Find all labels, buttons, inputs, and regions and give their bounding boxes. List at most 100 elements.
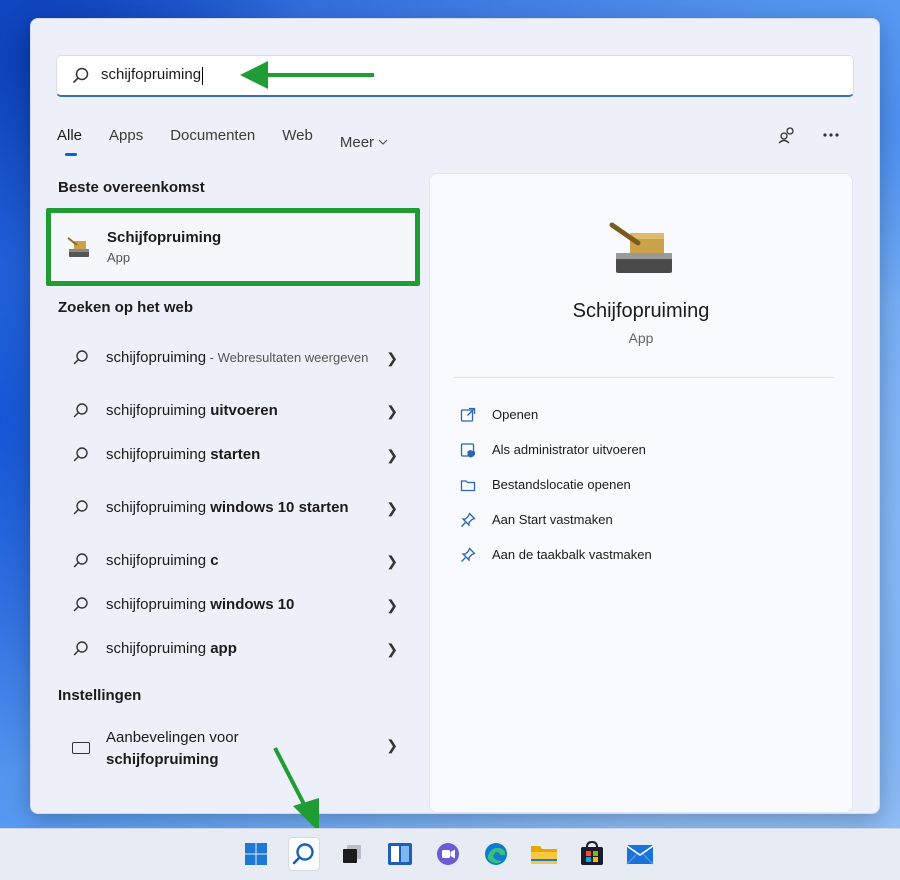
web-result-bold: windows 10 (210, 596, 295, 613)
web-result-query: schijfopruiming (106, 552, 211, 569)
detail-pane: Schijfopruiming App Openen Als administr… (429, 173, 853, 813)
start-button[interactable] (240, 837, 272, 871)
display-settings-icon (72, 742, 90, 754)
task-view-button[interactable] (336, 837, 368, 871)
search-icon (292, 843, 314, 865)
detail-app-name: Schijfopruiming (572, 300, 710, 322)
chevron-right-icon: ❯ (386, 737, 398, 753)
pin-to-taskbar-action[interactable]: Aan de taakbalk vastmaken (460, 537, 652, 572)
web-result-bold: app (210, 640, 237, 657)
search-icon (73, 553, 88, 568)
teams-chat-button[interactable] (432, 837, 464, 871)
search-icon (73, 350, 88, 365)
edge-icon (485, 843, 507, 865)
open-file-location-action[interactable]: Bestandslocatie openen (460, 467, 652, 502)
web-result-bold: windows 10 starten (210, 499, 349, 516)
web-result-query: schijfopruiming (106, 446, 211, 463)
pin-to-start-action[interactable]: Aan Start vastmaken (460, 502, 652, 537)
web-result-item[interactable]: schijfopruiming - Webresultaten weergeve… (46, 327, 420, 389)
search-flyout: schijfopruiming Alle Apps Documenten Web… (30, 18, 880, 832)
search-icon (73, 597, 88, 612)
web-result-bold: c (210, 552, 219, 569)
chevron-right-icon: ❯ (386, 349, 398, 366)
search-value: schijfopruiming (101, 66, 204, 85)
divider (454, 377, 834, 378)
mail-button[interactable] (624, 837, 656, 871)
more-options-icon[interactable] (819, 123, 843, 147)
best-match-heading: Beste overeenkomst (58, 179, 205, 196)
web-result-bold: starten (210, 446, 261, 463)
best-match-section: Beste overeenkomst (46, 179, 426, 196)
file-explorer-icon (531, 846, 557, 864)
disk-cleanup-icon (609, 222, 672, 273)
web-result-item[interactable]: schijfopruiming uitvoeren ❯ (46, 389, 420, 433)
detail-app-type: App (628, 330, 654, 346)
account-switch-icon[interactable] (775, 123, 799, 147)
store-icon (581, 841, 603, 865)
best-match-result[interactable]: Schijfopruiming App (46, 208, 420, 286)
web-result-bold: uitvoeren (210, 402, 278, 419)
edge-button[interactable] (480, 837, 512, 871)
search-icon (73, 403, 88, 418)
web-result-item[interactable]: schijfopruiming windows 10 starten ❯ (46, 477, 420, 539)
pin-icon (461, 546, 476, 562)
search-icon (73, 641, 88, 656)
chevron-right-icon: ❯ (386, 640, 398, 657)
widgets-button[interactable] (384, 837, 416, 871)
best-match-type: App (107, 250, 131, 265)
web-search-results: schijfopruiming - Webresultaten weergeve… (46, 327, 420, 671)
settings-item-prefix: Aanbevelingen voor (106, 729, 239, 746)
action-label: Aan de taakbalk vastmaken (492, 547, 652, 562)
best-match-name: Schijfopruiming (107, 229, 222, 246)
annotation-arrow-down-icon (273, 747, 319, 832)
teams-chat-icon (437, 843, 459, 865)
open-action[interactable]: Openen (460, 397, 652, 432)
tab-apps[interactable]: Apps (109, 127, 143, 157)
mail-icon (626, 845, 654, 865)
taskbar (0, 828, 900, 880)
action-label: Als administrator uitvoeren (492, 442, 646, 457)
chevron-right-icon: ❯ (386, 499, 398, 516)
run-as-admin-action[interactable]: Als administrator uitvoeren (460, 432, 652, 467)
filter-tabs: Alle Apps Documenten Web Meer (57, 127, 415, 157)
flyout-tools (775, 123, 843, 147)
chevron-right-icon: ❯ (386, 552, 398, 569)
web-result-query: schijfopruiming (106, 640, 211, 657)
annotation-arrow-left-icon (240, 61, 374, 89)
admin-shield-icon (460, 442, 475, 457)
disk-cleanup-icon (67, 237, 89, 257)
settings-heading: Instellingen (58, 687, 142, 704)
action-label: Aan Start vastmaken (492, 512, 613, 527)
web-search-heading: Zoeken op het web (58, 299, 194, 316)
web-result-suffix: - Webresultaten weergeven (206, 350, 369, 365)
settings-item-bold: schijfopruiming (106, 751, 219, 768)
web-result-query: schijfopruiming (106, 402, 211, 419)
tab-web[interactable]: Web (282, 127, 313, 157)
search-input[interactable]: schijfopruiming (56, 55, 854, 97)
web-result-item[interactable]: schijfopruiming windows 10 ❯ (46, 583, 420, 627)
chevron-right-icon: ❯ (386, 596, 398, 613)
task-view-icon (343, 845, 361, 863)
tab-more[interactable]: Meer (340, 127, 388, 157)
chevron-down-icon (378, 139, 388, 145)
chevron-right-icon: ❯ (386, 446, 398, 463)
open-icon (460, 407, 476, 422)
start-icon (245, 843, 267, 865)
pin-icon (461, 511, 476, 527)
tab-all[interactable]: Alle (57, 127, 82, 157)
web-result-item[interactable]: schijfopruiming app ❯ (46, 627, 420, 671)
chevron-right-icon: ❯ (386, 402, 398, 419)
settings-result-item[interactable]: Aanbevelingen voor schijfopruiming ❯ (46, 727, 420, 771)
file-explorer-button[interactable] (528, 837, 560, 871)
web-result-item[interactable]: schijfopruiming starten ❯ (46, 433, 420, 477)
web-result-item[interactable]: schijfopruiming c ❯ (46, 539, 420, 583)
action-label: Openen (492, 407, 539, 422)
action-label: Bestandslocatie openen (492, 477, 631, 492)
tab-documents[interactable]: Documenten (170, 127, 255, 157)
search-icon (73, 500, 88, 515)
taskbar-search-button[interactable] (288, 837, 320, 871)
widgets-icon (388, 843, 412, 865)
store-button[interactable] (576, 837, 608, 871)
web-result-query: schijfopruiming (106, 499, 211, 516)
folder-icon (460, 479, 476, 491)
